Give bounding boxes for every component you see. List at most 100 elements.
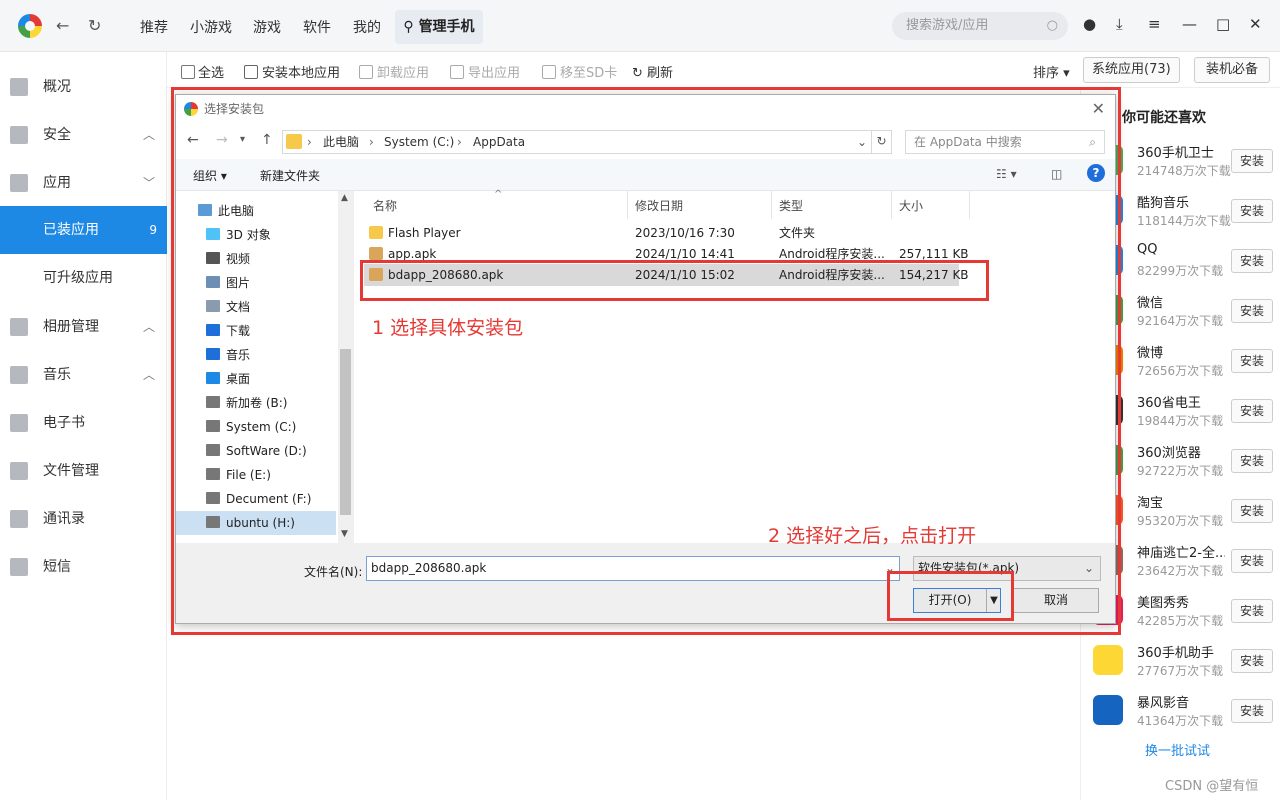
install-button[interactable]: 安装 bbox=[1231, 249, 1273, 273]
address-row: ← → ▾ ↑ › 此电脑 › System (C:) › AppData ⌄ … bbox=[176, 123, 1115, 159]
install-button[interactable]: 安装 bbox=[1231, 349, 1273, 373]
install-icon bbox=[244, 65, 258, 79]
install-button[interactable]: 安装 bbox=[1231, 549, 1273, 573]
menu-icon[interactable]: ≡ bbox=[1148, 15, 1161, 33]
column-name[interactable]: 名称 bbox=[373, 197, 397, 214]
column-date[interactable]: 修改日期 bbox=[635, 197, 683, 214]
nav-item[interactable]: 音乐 bbox=[206, 343, 250, 367]
column-size[interactable]: 大小 bbox=[899, 197, 923, 214]
sidebar-item-files[interactable]: 文件管理 bbox=[0, 447, 167, 495]
up-arrow-icon[interactable]: ↑ bbox=[261, 132, 273, 148]
sidebar-item-ebook[interactable]: 电子书 bbox=[0, 399, 167, 447]
nav-item[interactable]: 此电脑 bbox=[198, 199, 254, 223]
close-icon[interactable]: ✕ bbox=[1092, 95, 1105, 123]
sidebar-item-sms[interactable]: 短信 bbox=[0, 543, 167, 591]
cancel-button[interactable]: 取消 bbox=[1013, 588, 1099, 613]
view-options-icon[interactable]: ☷ ▾ bbox=[996, 167, 1017, 181]
breadcrumb-appdata[interactable]: AppData bbox=[473, 131, 525, 153]
install-button[interactable]: 安装 bbox=[1231, 299, 1273, 323]
tab-mini-games[interactable]: 小游戏 bbox=[190, 17, 232, 37]
install-button[interactable]: 安装 bbox=[1231, 399, 1273, 423]
preview-pane-icon[interactable]: ◫ bbox=[1051, 167, 1062, 181]
sidebar-item-album[interactable]: 相册管理 ︿ bbox=[0, 303, 167, 351]
back-icon[interactable]: ← bbox=[56, 16, 69, 35]
nav-item[interactable]: File (E:) bbox=[206, 463, 271, 487]
maximize-icon[interactable]: □ bbox=[1216, 15, 1230, 33]
open-button[interactable]: 打开(O) ▼ bbox=[913, 588, 1001, 613]
install-button[interactable]: 安装 bbox=[1231, 149, 1273, 173]
nav-item[interactable]: ubuntu (H:) bbox=[206, 511, 295, 535]
reload-icon[interactable]: ↻ bbox=[88, 16, 101, 35]
file-row[interactable]: Flash Player 2023/10/16 7:30 文件夹 bbox=[364, 222, 959, 244]
folder-search-input[interactable]: 在 AppData 中搜索 ⌕ bbox=[905, 130, 1105, 154]
chevron-down-icon[interactable]: ⌄ bbox=[885, 557, 895, 580]
nav-item[interactable]: System (C:) bbox=[206, 415, 296, 439]
nav-item[interactable]: 3D 对象 bbox=[206, 223, 271, 247]
tab-games[interactable]: 游戏 bbox=[253, 17, 281, 37]
essentials-button[interactable]: 装机必备 bbox=[1194, 57, 1270, 83]
scroll-thumb[interactable] bbox=[340, 349, 351, 515]
organize-menu[interactable]: 组织 ▾ bbox=[193, 167, 227, 184]
sidebar-item-apps[interactable]: 应用 ﹀ bbox=[0, 159, 167, 207]
install-button[interactable]: 安装 bbox=[1231, 449, 1273, 473]
filename-input[interactable]: bdapp_208680.apk ⌄ bbox=[366, 556, 900, 581]
install-button[interactable]: 安装 bbox=[1231, 649, 1273, 673]
scroll-up-icon[interactable]: ▲ bbox=[341, 193, 348, 203]
help-icon[interactable]: ? bbox=[1087, 164, 1105, 182]
nav-item[interactable]: Decument (F:) bbox=[206, 487, 311, 511]
address-dropdown-icon[interactable]: ⌄ bbox=[857, 131, 867, 153]
nav-item[interactable]: 新加卷 (B:) bbox=[206, 391, 287, 415]
column-type[interactable]: 类型 bbox=[779, 197, 803, 214]
nav-item[interactable]: SoftWare (D:) bbox=[206, 439, 307, 463]
sidebar-item-upgradable[interactable]: 可升级应用 bbox=[0, 254, 167, 302]
install-button[interactable]: 安装 bbox=[1231, 199, 1273, 223]
system-apps-button[interactable]: 系统应用(73) bbox=[1083, 57, 1180, 83]
forward-arrow-icon[interactable]: → bbox=[216, 132, 228, 148]
uninstall-button[interactable]: 卸载应用 bbox=[359, 62, 429, 81]
sidebar-item-overview[interactable]: 概况 bbox=[0, 63, 167, 111]
move-sd-button[interactable]: 移至SD卡 bbox=[542, 62, 617, 81]
recent-dropdown-icon[interactable]: ▾ bbox=[240, 134, 245, 145]
download-icon[interactable]: ⤓ bbox=[1116, 15, 1123, 33]
breadcrumb-system-c[interactable]: System (C:) bbox=[384, 131, 454, 153]
new-folder-button[interactable]: 新建文件夹 bbox=[260, 167, 320, 184]
caret-down-icon[interactable]: ▼ bbox=[986, 589, 1001, 612]
app-name: 360浏览器 bbox=[1137, 446, 1201, 461]
sidebar-item-music[interactable]: 音乐 ︿ bbox=[0, 351, 167, 399]
file-row[interactable]: app.apk 2024/1/10 14:41 Android程序安装... 257,… bbox=[364, 243, 969, 265]
file-row[interactable]: bdapp_208680.apk 2024/1/10 15:02 Android程序… bbox=[364, 264, 969, 286]
install-button[interactable]: 安装 bbox=[1231, 599, 1273, 623]
refresh-button[interactable]: ↻ 刷新 bbox=[632, 62, 673, 81]
address-refresh-icon[interactable]: ↻ bbox=[871, 130, 891, 154]
close-icon[interactable]: ✕ bbox=[1249, 15, 1262, 33]
nav-item[interactable]: 桌面 bbox=[206, 367, 250, 391]
tab-software[interactable]: 软件 bbox=[303, 17, 331, 37]
sidebar-item-installed-apps[interactable]: 已装应用 9 bbox=[0, 206, 167, 254]
nav-item[interactable]: 文档 bbox=[206, 295, 250, 319]
user-icon[interactable]: ● bbox=[1083, 15, 1096, 33]
sort-dropdown[interactable]: 排序 ▾ bbox=[1033, 62, 1070, 81]
nav-item[interactable]: 下载 bbox=[206, 319, 250, 343]
tab-manage-phone[interactable]: ⚲ 管理手机 bbox=[395, 10, 483, 44]
tab-mine[interactable]: 我的 bbox=[353, 17, 381, 37]
nav-item[interactable]: 图片 bbox=[206, 271, 250, 295]
install-button[interactable]: 安装 bbox=[1231, 499, 1273, 523]
address-bar[interactable]: › 此电脑 › System (C:) › AppData ⌄ ↻ bbox=[282, 130, 892, 154]
phone-icon bbox=[10, 510, 28, 528]
breadcrumb-this-pc[interactable]: 此电脑 bbox=[323, 131, 359, 153]
minimize-icon[interactable]: — bbox=[1182, 15, 1197, 33]
refresh-recommend-link[interactable]: 换一批试试 bbox=[1145, 740, 1210, 759]
sidebar-item-contacts[interactable]: 通讯录 bbox=[0, 495, 167, 543]
back-arrow-icon[interactable]: ← bbox=[187, 132, 199, 148]
nav-item[interactable]: 视频 bbox=[206, 247, 250, 271]
install-button[interactable]: 安装 bbox=[1231, 699, 1273, 723]
tab-recommend[interactable]: 推荐 bbox=[140, 17, 168, 37]
select-all-checkbox[interactable]: 全选 bbox=[181, 62, 224, 81]
sidebar-item-security[interactable]: 安全 ︿ bbox=[0, 111, 167, 159]
search-input[interactable]: 搜索游戏/应用 ○ bbox=[892, 12, 1068, 40]
nav-scrollbar[interactable]: ▲ ▼ bbox=[338, 191, 353, 543]
export-button[interactable]: 导出应用 bbox=[450, 62, 520, 81]
install-local-button[interactable]: 安装本地应用 bbox=[244, 62, 340, 81]
filetype-select[interactable]: 软件安装包(*.apk) ⌄ bbox=[913, 556, 1101, 581]
scroll-down-icon[interactable]: ▼ bbox=[341, 529, 348, 539]
